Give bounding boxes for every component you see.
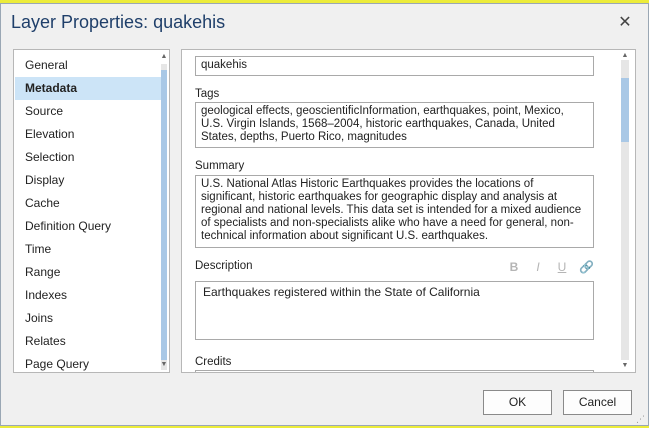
tags-label: Tags <box>195 88 220 100</box>
hyperlink-icon[interactable]: 🔗 <box>579 260 594 274</box>
italic-icon[interactable]: I <box>531 260 545 274</box>
summary-field[interactable]: U.S. National Atlas Historic Earthquakes… <box>195 175 594 248</box>
metadata-panel: quakehis Tags geological effects, geosci… <box>181 49 636 373</box>
properties-nav: General Metadata Source Elevation Selection D… <box>13 49 170 373</box>
panel-scroll-down-icon[interactable]: ▼ <box>621 362 629 370</box>
title-field[interactable]: quakehis <box>195 56 594 76</box>
nav-item-source[interactable]: Source <box>15 100 161 123</box>
nav-item-metadata[interactable]: Metadata <box>15 77 161 100</box>
description-field[interactable]: Earthquakes registered within the State … <box>195 281 594 340</box>
credits-field[interactable] <box>195 370 594 372</box>
underline-icon[interactable]: U <box>555 260 569 274</box>
nav-item-time[interactable]: Time <box>15 238 161 261</box>
nav-item-indexes[interactable]: Indexes <box>15 284 161 307</box>
credits-label: Credits <box>195 356 232 368</box>
nav-item-definition-query[interactable]: Definition Query <box>15 215 161 238</box>
nav-item-range[interactable]: Range <box>15 261 161 284</box>
tags-field[interactable]: geological effects, geoscientificInforma… <box>195 102 594 148</box>
description-label: Description <box>195 260 253 272</box>
dialog-title: Layer Properties: quakehis <box>11 12 226 32</box>
layer-properties-dialog: Layer Properties: quakehis ✕ General Meta… <box>0 3 649 426</box>
nav-scroll-up-icon[interactable]: ▲ <box>160 53 168 61</box>
nav-item-display[interactable]: Display <box>15 169 161 192</box>
resize-grip-icon[interactable]: ⋰ <box>636 415 645 424</box>
nav-scrollbar[interactable] <box>161 64 167 370</box>
panel-scrollbar-thumb[interactable] <box>621 78 629 142</box>
nav-item-joins[interactable]: Joins <box>15 307 161 330</box>
cancel-button[interactable]: Cancel <box>563 390 632 415</box>
summary-label: Summary <box>195 160 245 172</box>
nav-item-general[interactable]: General <box>15 54 161 77</box>
nav-item-cache[interactable]: Cache <box>15 192 161 215</box>
nav-item-selection[interactable]: Selection <box>15 146 161 169</box>
ok-button[interactable]: OK <box>483 390 552 415</box>
format-toolbar: B I U 🔗 <box>497 260 594 274</box>
nav-scroll-down-icon[interactable]: ▼ <box>160 361 168 369</box>
panel-scrollbar[interactable] <box>621 60 629 360</box>
nav-item-page-query[interactable]: Page Query <box>15 353 161 376</box>
panel-scroll-up-icon[interactable]: ▲ <box>621 52 629 60</box>
close-icon[interactable]: ✕ <box>616 14 634 32</box>
nav-scrollbar-thumb[interactable] <box>161 70 167 360</box>
nav-item-elevation[interactable]: Elevation <box>15 123 161 146</box>
bold-icon[interactable]: B <box>507 260 521 274</box>
nav-item-relates[interactable]: Relates <box>15 330 161 353</box>
